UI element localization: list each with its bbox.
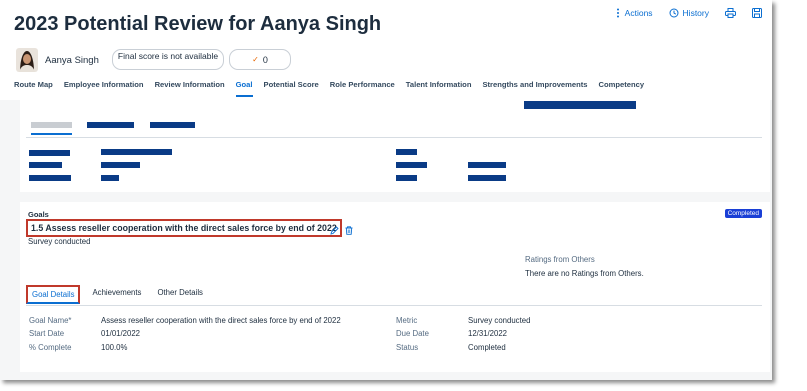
redacted-tab bbox=[87, 122, 134, 128]
goal-subtitle: Survey conducted bbox=[28, 237, 91, 246]
goal-card: Goals Completed 1.5 Assess reseller coop… bbox=[20, 202, 770, 372]
redacted-label bbox=[29, 162, 62, 168]
history-icon bbox=[669, 8, 679, 18]
history-label: History bbox=[682, 8, 709, 18]
redacted-label bbox=[29, 175, 71, 181]
redacted-block bbox=[524, 101, 636, 109]
check-count-pill[interactable]: ✓ 0 bbox=[229, 49, 291, 70]
redacted-summary-card bbox=[20, 100, 770, 192]
status-label: Status bbox=[396, 343, 419, 352]
tab-employee-information[interactable]: Employee Information bbox=[64, 80, 144, 97]
save-button[interactable] bbox=[752, 8, 762, 18]
due-date-value: 12/31/2022 bbox=[468, 329, 508, 338]
tab-other-details[interactable]: Other Details bbox=[153, 285, 207, 304]
status-badge: Completed bbox=[724, 209, 762, 218]
actions-button[interactable]: Actions bbox=[615, 8, 653, 18]
redacted-tab-underline bbox=[31, 133, 72, 135]
goal-name-value: Assess reseller cooperation with the dir… bbox=[101, 316, 341, 325]
redacted-tab bbox=[31, 122, 72, 128]
goal-detail-tabs: Goal Details Achievements Other Details bbox=[26, 285, 215, 304]
redacted-value bbox=[101, 149, 172, 155]
redacted-label bbox=[29, 150, 70, 156]
tab-goal[interactable]: Goal bbox=[235, 80, 253, 97]
page-frame: 2023 Potential Review for Aanya Singh Ac… bbox=[0, 0, 772, 380]
redacted-tab bbox=[150, 122, 195, 128]
redacted-value bbox=[468, 175, 506, 181]
redacted-value bbox=[101, 175, 119, 181]
check-icon: ✓ bbox=[252, 55, 259, 64]
tab-goal-details[interactable]: Goal Details bbox=[26, 285, 81, 304]
status-value: Completed bbox=[468, 343, 506, 352]
redacted-value bbox=[468, 162, 506, 168]
check-count: 0 bbox=[262, 54, 268, 65]
percent-complete-label: % Complete bbox=[29, 343, 72, 352]
tab-potential-score[interactable]: Potential Score bbox=[264, 80, 319, 97]
avatar bbox=[16, 48, 38, 72]
employee-name: Aanya Singh bbox=[45, 55, 99, 66]
tab-achievements[interactable]: Achievements bbox=[88, 285, 145, 304]
redacted-value bbox=[101, 162, 140, 168]
history-button[interactable]: History bbox=[669, 8, 709, 18]
goal-name-label: Goal Name* bbox=[29, 316, 72, 325]
ratings-from-others-text: There are no Ratings from Others. bbox=[525, 269, 644, 278]
goal-title[interactable]: 1.5 Assess reseller cooperation with the… bbox=[26, 219, 342, 237]
metric-value: Survey conducted bbox=[468, 316, 531, 325]
ratings-from-others-label: Ratings from Others bbox=[525, 255, 595, 264]
tab-role-performance[interactable]: Role Performance bbox=[330, 80, 395, 97]
start-date-label: Start Date bbox=[29, 329, 65, 338]
due-date-label: Due Date bbox=[396, 329, 429, 338]
redacted-label bbox=[396, 162, 427, 168]
print-icon bbox=[725, 8, 736, 18]
final-score-status: Final score is not available bbox=[112, 49, 224, 70]
tab-competency[interactable]: Competency bbox=[599, 80, 645, 97]
tab-talent-information[interactable]: Talent Information bbox=[406, 80, 472, 97]
tab-review-information[interactable]: Review Information bbox=[155, 80, 225, 97]
start-date-value: 01/01/2022 bbox=[101, 329, 141, 338]
metric-label: Metric bbox=[396, 316, 418, 325]
section-tabs: Route Map Employee Information Review In… bbox=[14, 80, 644, 97]
tab-strengths-and-improvements[interactable]: Strengths and Improvements bbox=[482, 80, 587, 97]
edit-icon[interactable] bbox=[330, 222, 339, 240]
delete-icon[interactable] bbox=[345, 222, 353, 240]
page-header: 2023 Potential Review for Aanya Singh Ac… bbox=[0, 0, 772, 100]
divider bbox=[26, 305, 762, 306]
page-title: 2023 Potential Review for Aanya Singh bbox=[14, 13, 382, 35]
actions-label: Actions bbox=[624, 8, 653, 18]
actions-icon bbox=[615, 8, 621, 18]
save-icon bbox=[752, 8, 762, 18]
goals-section-label: Goals bbox=[28, 210, 49, 219]
redacted-label bbox=[396, 175, 417, 181]
percent-complete-value: 100.0% bbox=[101, 343, 128, 352]
header-actions: Actions History bbox=[599, 8, 762, 18]
divider bbox=[26, 137, 762, 138]
tab-route-map[interactable]: Route Map bbox=[14, 80, 53, 97]
redacted-label bbox=[396, 149, 417, 155]
print-button[interactable] bbox=[725, 8, 736, 18]
